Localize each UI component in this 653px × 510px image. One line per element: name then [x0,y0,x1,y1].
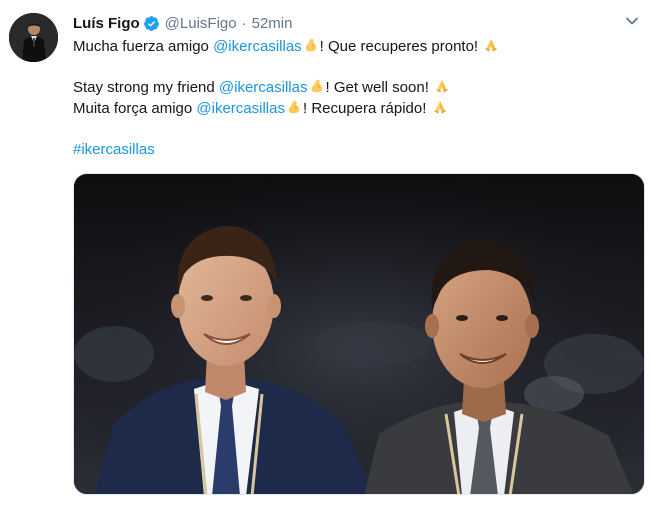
verified-badge-icon [143,15,160,32]
text-line-portuguese: Muita força amigo @ikercasillas ! Recuper… [73,98,639,119]
flexed-biceps-emoji [303,37,319,53]
text-segment: ! Recupera rápido! [302,100,431,117]
chevron-down-icon[interactable] [625,14,639,28]
tweet: Luís Figo @LuisFigo · 52min Mucha fuerza… [0,0,653,510]
timestamp[interactable]: 52min [252,15,293,32]
mention-link[interactable]: @ikercasillas [219,79,308,96]
separator-dot: · [241,14,247,32]
mention-link[interactable]: @ikercasillas [196,100,285,117]
hashtag-line: #ikercasillas [73,139,639,160]
user-handle[interactable]: @LuisFigo [165,15,237,32]
photo-two-men-smiling [74,174,644,494]
hashtag-link[interactable]: #ikercasillas [73,141,155,158]
text-line-spanish: Mucha fuerza amigo @ikercasillas ! Que re… [73,36,639,57]
folded-hands-emoji [434,78,450,94]
avatar[interactable] [9,13,58,62]
tweet-header: Luís Figo @LuisFigo · 52min [73,12,633,34]
flexed-biceps-emoji [309,78,325,94]
text-segment: ! Que recuperes pronto! [319,38,483,55]
text-segment: Stay strong my friend [73,79,219,96]
text-line-english: Stay strong my friend @ikercasillas ! Get… [73,77,639,98]
folded-hands-emoji [483,37,499,53]
text-segment: ! Get well soon! [325,79,434,96]
text-segment: Muita força amigo [73,100,197,117]
flexed-biceps-emoji [286,99,302,115]
tweet-photo[interactable] [73,173,645,495]
text-segment: Mucha fuerza amigo [73,38,214,55]
display-name[interactable]: Luís Figo [73,15,140,32]
folded-hands-emoji [432,99,448,115]
tweet-text: Mucha fuerza amigo @ikercasillas ! Que re… [73,36,639,160]
mention-link[interactable]: @ikercasillas [213,38,302,55]
